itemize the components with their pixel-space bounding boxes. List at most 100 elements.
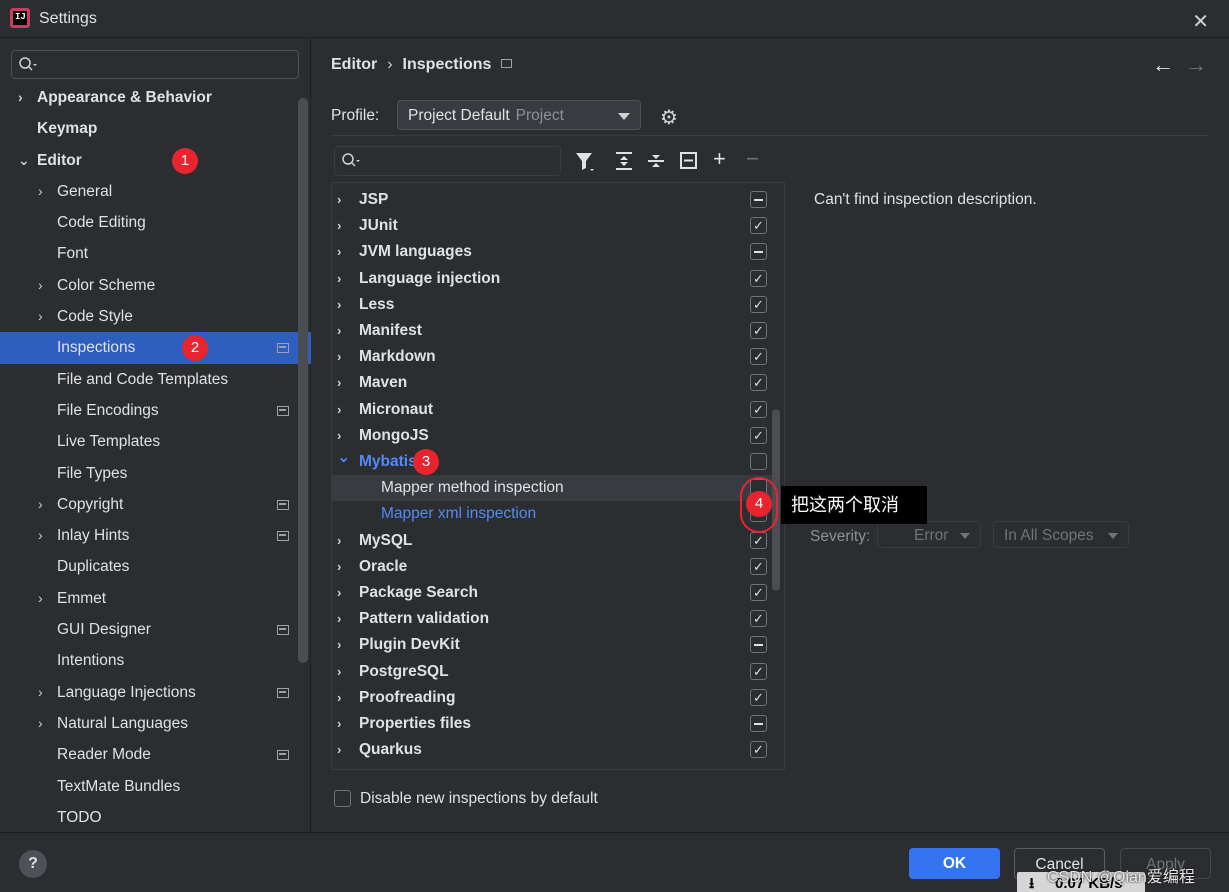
close-icon[interactable]: ✕ xyxy=(1192,9,1209,34)
inspection-row-plugin-devkit[interactable]: › Plugin DevKit xyxy=(332,632,772,658)
inspection-search-input[interactable] xyxy=(334,146,561,176)
chevron-right-icon[interactable]: › xyxy=(337,632,341,658)
sidebar-item-inlay-hints[interactable]: › Inlay Hints xyxy=(0,520,311,551)
chevron-right-icon[interactable]: › xyxy=(337,266,341,292)
chevron-right-icon[interactable]: › xyxy=(337,318,341,344)
chevron-right-icon[interactable]: › xyxy=(38,176,43,207)
reset-icon[interactable] xyxy=(679,151,699,171)
chevron-right-icon[interactable]: › xyxy=(337,292,341,318)
sidebar-search-input[interactable] xyxy=(11,50,299,79)
breadcrumb-editor[interactable]: Editor xyxy=(331,56,377,73)
gear-icon[interactable]: ⚙ xyxy=(660,105,678,130)
inspection-row-maven[interactable]: › Maven ✓ xyxy=(332,370,772,396)
sidebar-item-inspections[interactable]: Inspections 2 xyxy=(0,332,311,364)
inspection-row-micronaut[interactable]: › Micronaut ✓ xyxy=(332,397,772,423)
inspection-checkbox-partial[interactable] xyxy=(750,636,767,654)
inspection-row-language-injection[interactable]: › Language injection ✓ xyxy=(332,266,772,292)
inspection-row-junit[interactable]: › JUnit ✓ xyxy=(332,213,772,239)
inspection-checkbox-partial[interactable] xyxy=(750,191,767,208)
chevron-right-icon[interactable]: › xyxy=(337,737,341,763)
sidebar-item-gui-designer[interactable]: GUI Designer xyxy=(0,614,311,645)
sidebar-item-file-and-code-templates[interactable]: File and Code Templates xyxy=(0,364,311,395)
back-arrow-icon[interactable]: ← xyxy=(1152,52,1174,78)
sidebar-item-editor[interactable]: ⌄ Editor 1 xyxy=(0,145,311,176)
sidebar-item-file-types[interactable]: File Types xyxy=(0,458,311,489)
inspection-checkbox-partial[interactable] xyxy=(750,715,767,732)
inspection-row-mongojs[interactable]: › MongoJS ✓ xyxy=(332,423,772,449)
inspection-row-package-search[interactable]: › Package Search ✓ xyxy=(332,580,772,606)
inspection-checkbox-checked[interactable]: ✓ xyxy=(750,217,767,235)
sidebar-item-file-encodings[interactable]: File Encodings xyxy=(0,395,311,426)
inspection-checkbox-checked[interactable]: ✓ xyxy=(750,662,767,680)
sidebar-item-live-templates[interactable]: Live Templates xyxy=(0,426,311,457)
remove-icon[interactable]: − xyxy=(746,146,759,172)
inspection-row-jsp[interactable]: › JSP xyxy=(332,187,772,213)
chevron-right-icon[interactable]: › xyxy=(337,344,341,370)
sidebar-item-textmate-bundles[interactable]: TextMate Bundles xyxy=(0,771,311,802)
sidebar-item-color-scheme[interactable]: › Color Scheme xyxy=(0,270,311,301)
sidebar-item-emmet[interactable]: › Emmet xyxy=(0,583,311,614)
sidebar-item-todo[interactable]: TODO xyxy=(0,802,311,833)
ok-button[interactable]: OK xyxy=(909,848,1000,879)
sidebar-item-code-style[interactable]: › Code Style xyxy=(0,301,311,332)
inspection-checkbox-checked[interactable]: ✓ xyxy=(750,584,767,601)
chevron-right-icon[interactable]: › xyxy=(38,270,43,301)
chevron-right-icon[interactable]: › xyxy=(18,82,23,113)
chevron-right-icon[interactable]: › xyxy=(337,711,341,737)
severity-select[interactable]: Error xyxy=(877,521,981,548)
forward-arrow-icon[interactable]: → xyxy=(1185,52,1207,78)
disable-new-checkbox[interactable] xyxy=(334,790,351,807)
inspection-row-mybatis[interactable]: ⌄ Mybatis 3 xyxy=(332,449,772,475)
chevron-right-icon[interactable]: › xyxy=(38,301,43,332)
profile-select[interactable]: Project Default Project xyxy=(397,100,641,130)
inspection-checkbox-checked[interactable]: ✓ xyxy=(750,295,767,313)
sidebar-item-appearance-behavior[interactable]: › Appearance & Behavior xyxy=(0,82,311,113)
inspection-checkbox-checked[interactable]: ✓ xyxy=(750,610,767,628)
expand-all-icon[interactable] xyxy=(614,151,634,171)
inspection-checkbox-checked[interactable]: ✓ xyxy=(750,426,767,444)
inspection-row-less[interactable]: › Less ✓ xyxy=(332,292,772,318)
chevron-right-icon[interactable]: › xyxy=(337,685,341,711)
sidebar-item-intentions[interactable]: Intentions xyxy=(0,645,311,676)
inspection-row-mapper-method-inspection[interactable]: Mapper method inspection xyxy=(332,475,772,502)
chevron-right-icon[interactable]: › xyxy=(337,554,341,580)
inspection-row-markdown[interactable]: › Markdown ✓ xyxy=(332,344,772,370)
inspection-row-quarkus[interactable]: › Quarkus ✓ xyxy=(332,737,772,763)
inspection-checkbox-checked[interactable]: ✓ xyxy=(750,400,767,418)
scope-select[interactable]: In All Scopes xyxy=(993,521,1129,548)
chevron-right-icon[interactable]: › xyxy=(337,239,341,265)
inspection-checkbox-checked[interactable]: ✓ xyxy=(750,688,767,706)
chevron-right-icon[interactable]: › xyxy=(337,213,341,239)
filter-icon[interactable] xyxy=(574,151,596,173)
sidebar-scrollbar[interactable] xyxy=(298,98,308,663)
sidebar-item-language-injections[interactable]: › Language Injections xyxy=(0,677,311,708)
inspection-row-jvm-languages[interactable]: › JVM languages xyxy=(332,239,772,265)
inspection-checkbox-partial[interactable] xyxy=(750,243,767,261)
inspection-checkbox-checked[interactable]: ✓ xyxy=(750,374,767,392)
chevron-right-icon[interactable]: › xyxy=(337,606,341,632)
chevron-right-icon[interactable]: › xyxy=(337,580,341,606)
inspection-row-mapper-xml-inspection[interactable]: Mapper xml inspection xyxy=(332,501,772,527)
chevron-right-icon[interactable]: › xyxy=(337,370,341,396)
chevron-right-icon[interactable]: › xyxy=(337,659,341,685)
chevron-down-icon[interactable]: ⌄ xyxy=(337,445,350,471)
inspection-row-oracle[interactable]: › Oracle ✓ xyxy=(332,554,772,580)
chevron-right-icon[interactable]: › xyxy=(38,489,43,520)
sidebar-item-general[interactable]: › General xyxy=(0,176,311,207)
add-icon[interactable]: + xyxy=(713,146,726,172)
inspection-checkbox-checked[interactable]: ✓ xyxy=(750,322,767,339)
inspection-checkbox-checked[interactable]: ✓ xyxy=(750,741,767,759)
inspection-row-postgresql[interactable]: › PostgreSQL ✓ xyxy=(332,659,772,685)
sidebar-item-reader-mode[interactable]: Reader Mode xyxy=(0,739,311,770)
chevron-down-icon[interactable]: ⌄ xyxy=(18,145,30,176)
sidebar-item-copyright[interactable]: › Copyright xyxy=(0,489,311,520)
chevron-right-icon[interactable]: › xyxy=(38,583,43,614)
chevron-right-icon[interactable]: › xyxy=(38,520,43,551)
sidebar-item-code-editing[interactable]: Code Editing xyxy=(0,207,311,238)
chevron-right-icon[interactable]: › xyxy=(38,708,43,739)
inspection-checkbox-checked[interactable]: ✓ xyxy=(750,348,767,366)
inspection-row-properties-files[interactable]: › Properties files xyxy=(332,711,772,737)
chevron-right-icon[interactable]: › xyxy=(38,677,43,708)
sidebar-item-duplicates[interactable]: Duplicates xyxy=(0,551,311,582)
sidebar-item-keymap[interactable]: Keymap xyxy=(0,113,311,144)
